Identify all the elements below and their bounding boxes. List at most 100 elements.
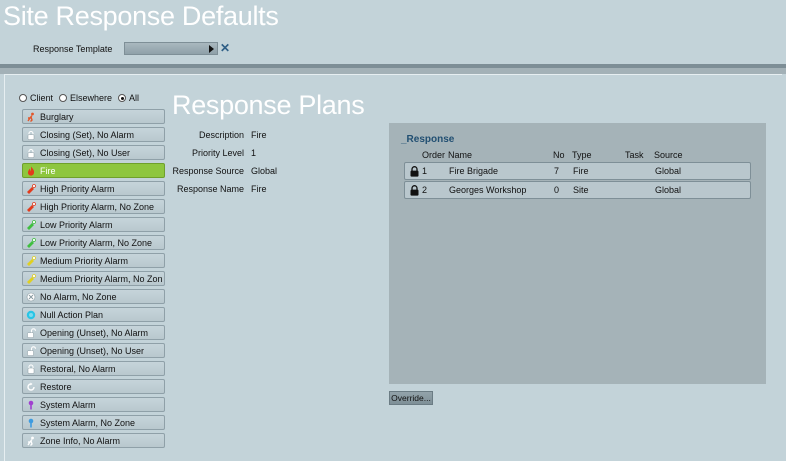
- header-bar: Site Response Defaults Response Template…: [0, 0, 786, 68]
- priority-label: Priority Level: [191, 148, 244, 158]
- source-label: Response Source: [172, 166, 244, 176]
- plan-item[interactable]: Closing (Set), No Alarm: [22, 127, 165, 142]
- plan-details: Description Fire Priority Level 1 Respon…: [170, 126, 277, 198]
- row-name: Fire Brigade: [449, 166, 499, 176]
- plan-item[interactable]: Opening (Unset), No User: [22, 343, 165, 358]
- plan-item[interactable]: Restoral, No Alarm: [22, 361, 165, 376]
- plan-item-label: Restoral, No Alarm: [40, 363, 116, 374]
- plan-item[interactable]: Closing (Set), No User: [22, 145, 165, 160]
- priority-value: 1: [251, 148, 257, 158]
- plan-item[interactable]: Restore: [22, 379, 165, 394]
- row-no: 0: [554, 185, 560, 195]
- response-title: _Response: [401, 134, 455, 145]
- dropdown-arrow-icon[interactable]: [209, 45, 214, 53]
- section-title: Response Plans: [172, 90, 365, 120]
- plan-item-label: Low Priority Alarm, No Zone: [40, 237, 153, 248]
- plan-item-label: Null Action Plan: [40, 309, 104, 320]
- plan-item[interactable]: Fire: [22, 163, 165, 178]
- plan-item-label: Burglary: [40, 111, 74, 122]
- plan-item[interactable]: Opening (Unset), No Alarm: [22, 325, 165, 340]
- fire-icon: [26, 166, 36, 176]
- response-template-dropdown[interactable]: [124, 42, 218, 55]
- plan-item-label: Medium Priority Alarm: [40, 255, 129, 266]
- lock-open-icon: [26, 327, 36, 338]
- restoral-icon: [26, 364, 36, 374]
- radio-elsewhere[interactable]: Elsewhere: [59, 93, 112, 103]
- plan-item[interactable]: High Priority Alarm: [22, 181, 165, 196]
- clear-template-icon[interactable]: ✕: [220, 41, 230, 55]
- plan-item-label: Closing (Set), No User: [40, 147, 131, 158]
- lock-open-icon: [26, 345, 36, 356]
- plan-item-label: Zone Info, No Alarm: [40, 435, 121, 446]
- plan-item-label: Opening (Unset), No User: [40, 345, 145, 356]
- col-name: Name: [448, 150, 473, 160]
- plan-item-label: High Priority Alarm: [40, 183, 115, 194]
- detail-description: Description Fire: [170, 126, 277, 144]
- radio-client-dot[interactable]: [19, 94, 27, 102]
- lock-closed-icon: [26, 148, 36, 158]
- plan-item-label: System Alarm: [40, 399, 96, 410]
- col-task: Task: [625, 150, 644, 160]
- plan-item-label: Fire: [40, 165, 56, 176]
- high-alarm-icon: [26, 201, 36, 212]
- row-order: 2: [422, 185, 428, 195]
- response-template-label: Response Template: [33, 44, 113, 54]
- plan-item-label: Restore: [40, 381, 72, 392]
- plan-item[interactable]: Null Action Plan: [22, 307, 165, 322]
- plan-item-label: Opening (Unset), No Alarm: [40, 327, 149, 338]
- null-plan-icon: [26, 310, 36, 320]
- plan-item-label: Medium Priority Alarm, No Zon: [40, 273, 163, 284]
- override-button[interactable]: Override...: [389, 391, 433, 405]
- restore-icon: [26, 382, 36, 392]
- plan-item[interactable]: Low Priority Alarm: [22, 217, 165, 232]
- radio-client-label: Client: [30, 93, 54, 103]
- zone-info-icon: [26, 436, 36, 446]
- lock-closed-icon: [26, 130, 36, 140]
- system-alarm-icon: [26, 400, 36, 410]
- row-source: Global: [655, 166, 682, 176]
- plan-item[interactable]: No Alarm, No Zone: [22, 289, 165, 304]
- row-name: Georges Workshop: [449, 185, 527, 195]
- plan-item-label: High Priority Alarm, No Zone: [40, 201, 155, 212]
- table-row[interactable]: 1 Fire Brigade 7 Fire Global: [404, 162, 751, 180]
- col-no: No: [553, 150, 565, 160]
- plan-item-label: No Alarm, No Zone: [40, 291, 117, 302]
- radio-client[interactable]: Client: [19, 93, 53, 103]
- response-table-header: Order Name No Type Task Source: [389, 150, 766, 161]
- page-title: Site Response Defaults: [3, 1, 279, 31]
- source-value: Global: [251, 166, 278, 176]
- response-name-label: Response Name: [176, 184, 244, 194]
- row-type: Fire: [573, 166, 589, 176]
- plan-item-label: System Alarm, No Zone: [40, 417, 136, 428]
- no-alarm-icon: [26, 292, 36, 302]
- detail-priority: Priority Level 1: [170, 144, 277, 162]
- radio-all[interactable]: All: [118, 93, 139, 103]
- radio-all-dot[interactable]: [118, 94, 127, 102]
- row-order: 1: [422, 166, 428, 176]
- radio-elsewhere-label: Elsewhere: [70, 93, 113, 103]
- detail-source: Response Source Global: [170, 162, 277, 180]
- plan-item[interactable]: Low Priority Alarm, No Zone: [22, 235, 165, 250]
- description-label: Description: [198, 130, 244, 140]
- row-no: 7: [554, 166, 560, 176]
- response-panel: _Response Order Name No Type Task Source…: [389, 123, 766, 384]
- low-alarm-icon: [26, 219, 36, 230]
- plan-item[interactable]: High Priority Alarm, No Zone: [22, 199, 165, 214]
- radio-elsewhere-dot[interactable]: [59, 94, 68, 102]
- burglar-icon: [26, 112, 36, 122]
- plan-item[interactable]: System Alarm, No Zone: [22, 415, 165, 430]
- plan-item[interactable]: Medium Priority Alarm, No Zon: [22, 271, 165, 286]
- row-source: Global: [655, 185, 682, 195]
- system-alarm-icon: [26, 418, 36, 428]
- plan-item[interactable]: Medium Priority Alarm: [22, 253, 165, 268]
- low-alarm-icon: [26, 237, 36, 248]
- col-order: Order: [422, 150, 446, 160]
- plan-item[interactable]: System Alarm: [22, 397, 165, 412]
- plan-item[interactable]: Zone Info, No Alarm: [22, 433, 165, 448]
- response-plan-list: Burglary Closing (Set), No Alarm Closing (…: [22, 109, 165, 451]
- plan-item-label: Closing (Set), No Alarm: [40, 129, 135, 140]
- plan-item[interactable]: Burglary: [22, 109, 165, 124]
- col-type: Type: [572, 150, 592, 160]
- table-row[interactable]: 2 Georges Workshop 0 Site Global: [404, 181, 751, 199]
- medium-alarm-icon: [26, 255, 36, 266]
